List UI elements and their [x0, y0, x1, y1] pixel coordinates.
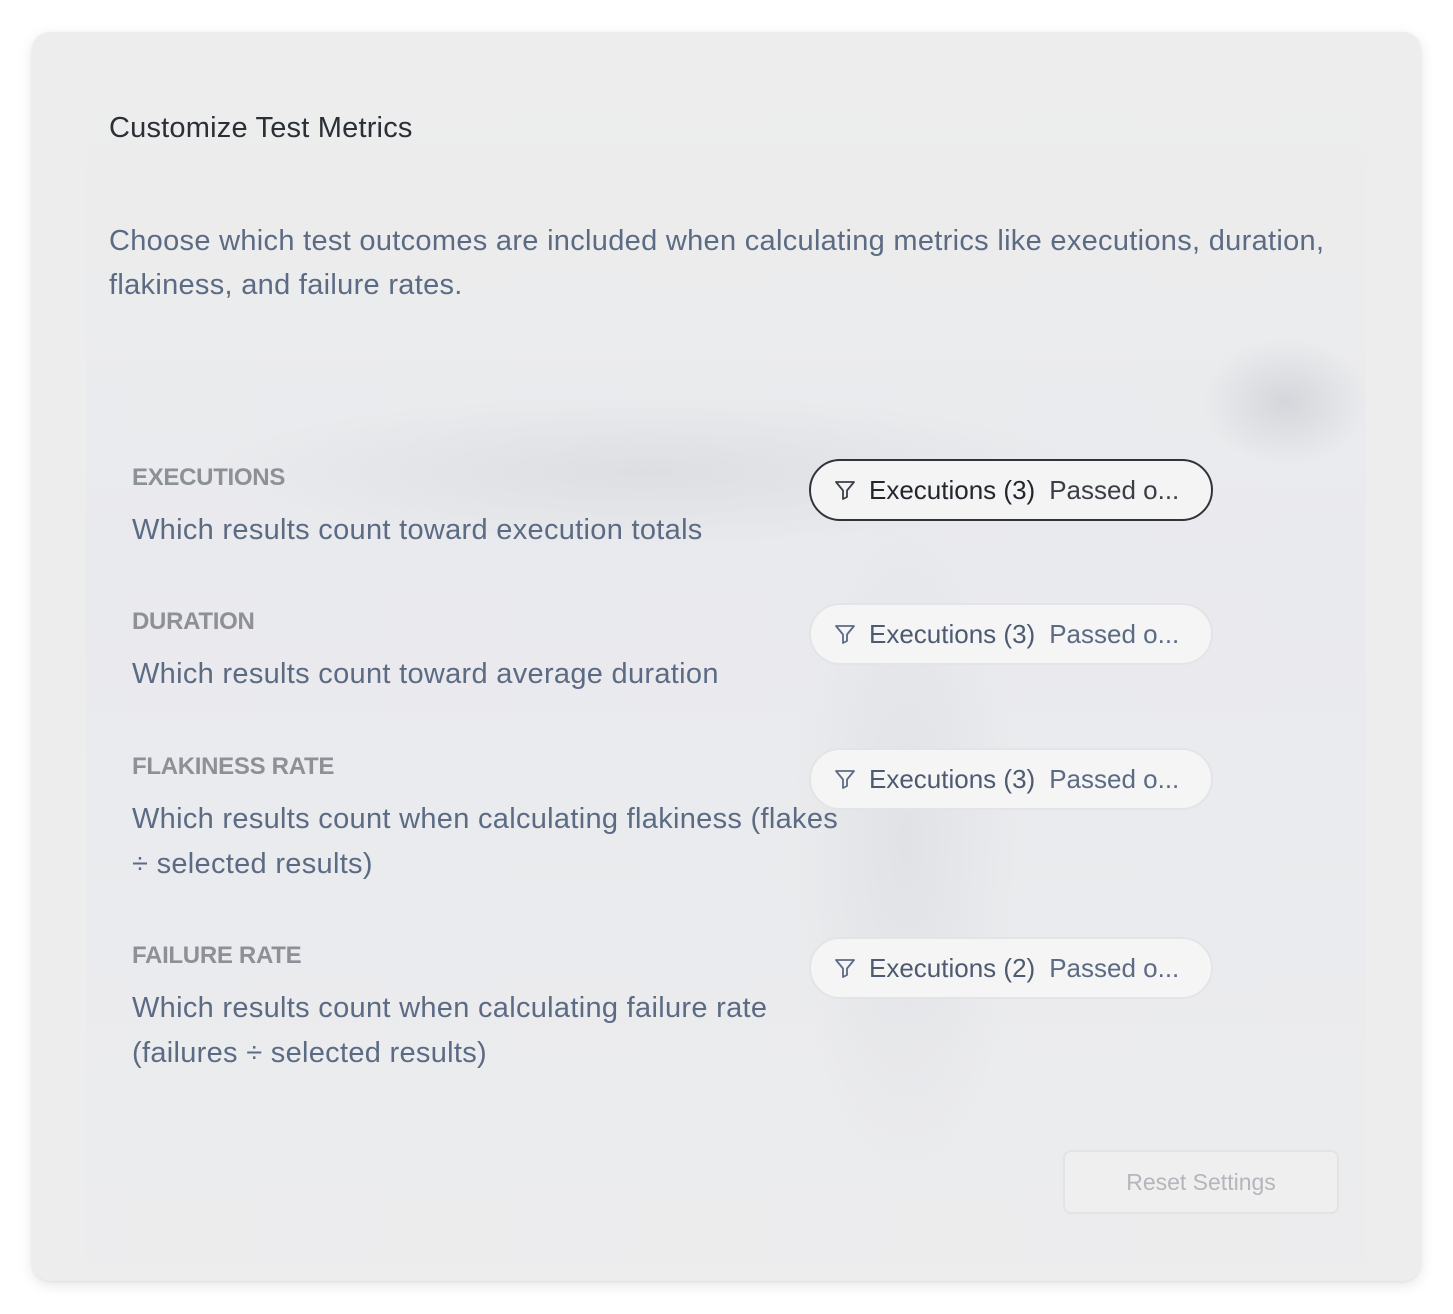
filter-secondary-label: Passed o...: [1049, 474, 1180, 505]
metric-description: Which results count toward average durat…: [132, 658, 719, 690]
panel-description: Choose which test outcomes are included …: [109, 225, 1325, 301]
reset-settings-button[interactable]: Reset Settings: [1063, 1150, 1339, 1214]
metric-description: Which results count toward execution tot…: [132, 514, 703, 546]
filter-primary-label: Executions (3): [869, 474, 1036, 505]
filter-funnel-icon: [835, 481, 855, 500]
filter-funnel-icon: [835, 625, 855, 644]
flakiness-filter-button[interactable]: Executions (3) Passed o...: [809, 748, 1213, 810]
filter-funnel-icon: [835, 770, 855, 789]
executions-filter-button[interactable]: Executions (3) Passed o...: [809, 459, 1213, 521]
filter-primary-label: Executions (3): [869, 763, 1036, 794]
filter-primary-label: Executions (3): [869, 618, 1036, 649]
filter-funnel-icon: [835, 959, 855, 978]
metric-description: Which results count when calculating fai…: [132, 992, 768, 1069]
filter-secondary-label: Passed o...: [1049, 763, 1180, 794]
metric-description: Which results count when calculating fla…: [132, 803, 839, 880]
customize-metrics-panel: Customize Test Metrics Choose which test…: [32, 32, 1421, 1281]
filter-secondary-label: Passed o...: [1049, 618, 1180, 649]
panel-title: Customize Test Metrics: [109, 112, 413, 144]
duration-filter-button[interactable]: Executions (3) Passed o...: [809, 603, 1213, 665]
filter-primary-label: Executions (2): [869, 952, 1036, 983]
failure-rate-filter-button[interactable]: Executions (2) Passed o...: [809, 937, 1213, 999]
filter-secondary-label: Passed o...: [1049, 952, 1180, 983]
